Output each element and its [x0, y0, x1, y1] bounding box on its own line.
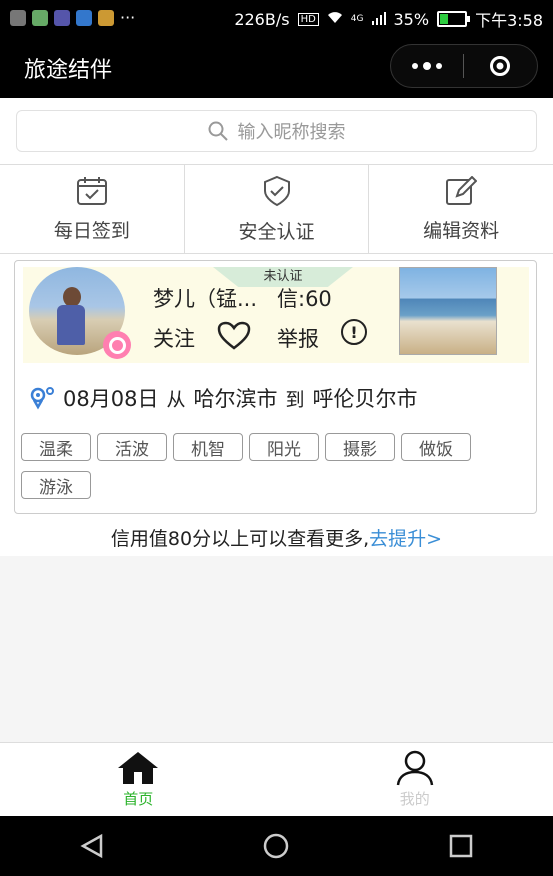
search-icon [208, 121, 228, 141]
tab-label: 首页 [123, 790, 154, 808]
action-label: 编辑资料 [423, 219, 500, 242]
tab-bar: 首页 我的 [0, 742, 553, 816]
network-speed: 226B/s [234, 9, 290, 29]
content-area: 未认证 梦儿（锰... 信:60 关注 举报 ! 08月08日 从 哈尔滨市 到… [0, 254, 553, 556]
user-icon [396, 750, 433, 786]
clock: 下午3:58 [475, 11, 543, 30]
edit-profile-button[interactable]: 编辑资料 [369, 165, 553, 253]
female-icon [103, 331, 131, 359]
tag: 机智 [173, 433, 243, 461]
upgrade-link[interactable]: 去提升> [369, 528, 442, 550]
status-bar: ··· 226B/s HD 4G 35% 下午3:58 [0, 0, 553, 36]
quick-actions: 每日签到 安全认证 编辑资料 [0, 164, 553, 254]
system-nav-bar [0, 816, 553, 876]
recents-icon[interactable] [448, 833, 474, 859]
search-input[interactable]: 输入昵称搜索 [16, 110, 537, 152]
tab-home[interactable]: 首页 [0, 743, 277, 816]
calendar-check-icon [76, 176, 107, 205]
to-city: 呼伦贝尔市 [312, 387, 418, 411]
mini-program-capsule [390, 44, 538, 88]
signal-icon [371, 10, 386, 29]
hd-icon: HD [297, 12, 319, 26]
credit-score: 信:60 [277, 287, 332, 311]
close-button[interactable] [464, 45, 536, 87]
security-verify-button[interactable]: 安全认证 [185, 165, 370, 253]
app-icon [98, 9, 114, 26]
signal-label: 4G [350, 14, 364, 24]
tag: 活波 [97, 433, 167, 461]
warning-icon[interactable]: ! [341, 319, 367, 345]
app-icon [76, 9, 92, 26]
tab-mine[interactable]: 我的 [277, 743, 553, 816]
follow-label[interactable]: 关注 [153, 323, 195, 353]
more-dots-icon [412, 62, 442, 70]
tag: 游泳 [21, 471, 91, 499]
route-icon [30, 387, 54, 410]
trip-photo[interactable] [399, 267, 497, 355]
tag: 做饭 [401, 433, 471, 461]
tip-text: 信用值80分以上可以查看更多, [110, 528, 370, 550]
more-notifications: ··· [120, 8, 136, 27]
tab-label: 我的 [399, 790, 430, 808]
credit-tip: 信用值80分以上可以查看更多,去提升> [0, 524, 553, 551]
search-section: 输入昵称搜索 [0, 98, 553, 164]
edit-icon [446, 175, 478, 205]
header: 旅途结伴 [0, 36, 553, 98]
more-button[interactable] [391, 45, 463, 87]
route-info: 08月08日 从 哈尔滨市 到 呼伦贝尔市 [29, 383, 417, 413]
from-word: 从 [166, 388, 186, 411]
card-header: 未认证 梦儿（锰... 信:60 关注 举报 ! [23, 267, 529, 363]
daily-checkin-button[interactable]: 每日签到 [0, 165, 185, 253]
notification-icons: ··· [10, 8, 135, 27]
search-placeholder: 输入昵称搜索 [237, 122, 346, 143]
user-name: 梦儿（锰... [153, 287, 258, 311]
report-label[interactable]: 举报 [277, 323, 319, 353]
to-word: 到 [285, 388, 305, 411]
home-circle-icon[interactable] [262, 832, 290, 860]
battery-icon [437, 11, 471, 27]
action-label: 每日签到 [53, 219, 130, 242]
battery-percent: 35% [393, 9, 430, 29]
app-icon [10, 9, 26, 26]
action-label: 安全认证 [238, 220, 315, 243]
companion-card[interactable]: 未认证 梦儿（锰... 信:60 关注 举报 ! 08月08日 从 哈尔滨市 到… [14, 260, 537, 514]
page-title: 旅途结伴 [24, 58, 113, 83]
tag: 阳光 [249, 433, 319, 461]
tag: 温柔 [21, 433, 91, 461]
shield-check-icon [263, 175, 290, 206]
app-icon [54, 9, 70, 26]
tag-list: 温柔 活波 机智 阳光 摄影 做饭 游泳 [21, 433, 531, 499]
from-city: 哈尔滨市 [193, 387, 278, 411]
wifi-icon [327, 10, 343, 29]
battery-fill [440, 14, 449, 24]
app-icon [32, 9, 48, 26]
back-icon[interactable] [79, 833, 105, 859]
trip-date: 08月08日 [63, 387, 159, 411]
tag: 摄影 [325, 433, 395, 461]
heart-icon[interactable] [217, 321, 251, 351]
home-icon [118, 752, 159, 784]
target-icon [490, 56, 510, 76]
status-indicators: 226B/s HD 4G 35% 下午3:58 [234, 7, 543, 31]
